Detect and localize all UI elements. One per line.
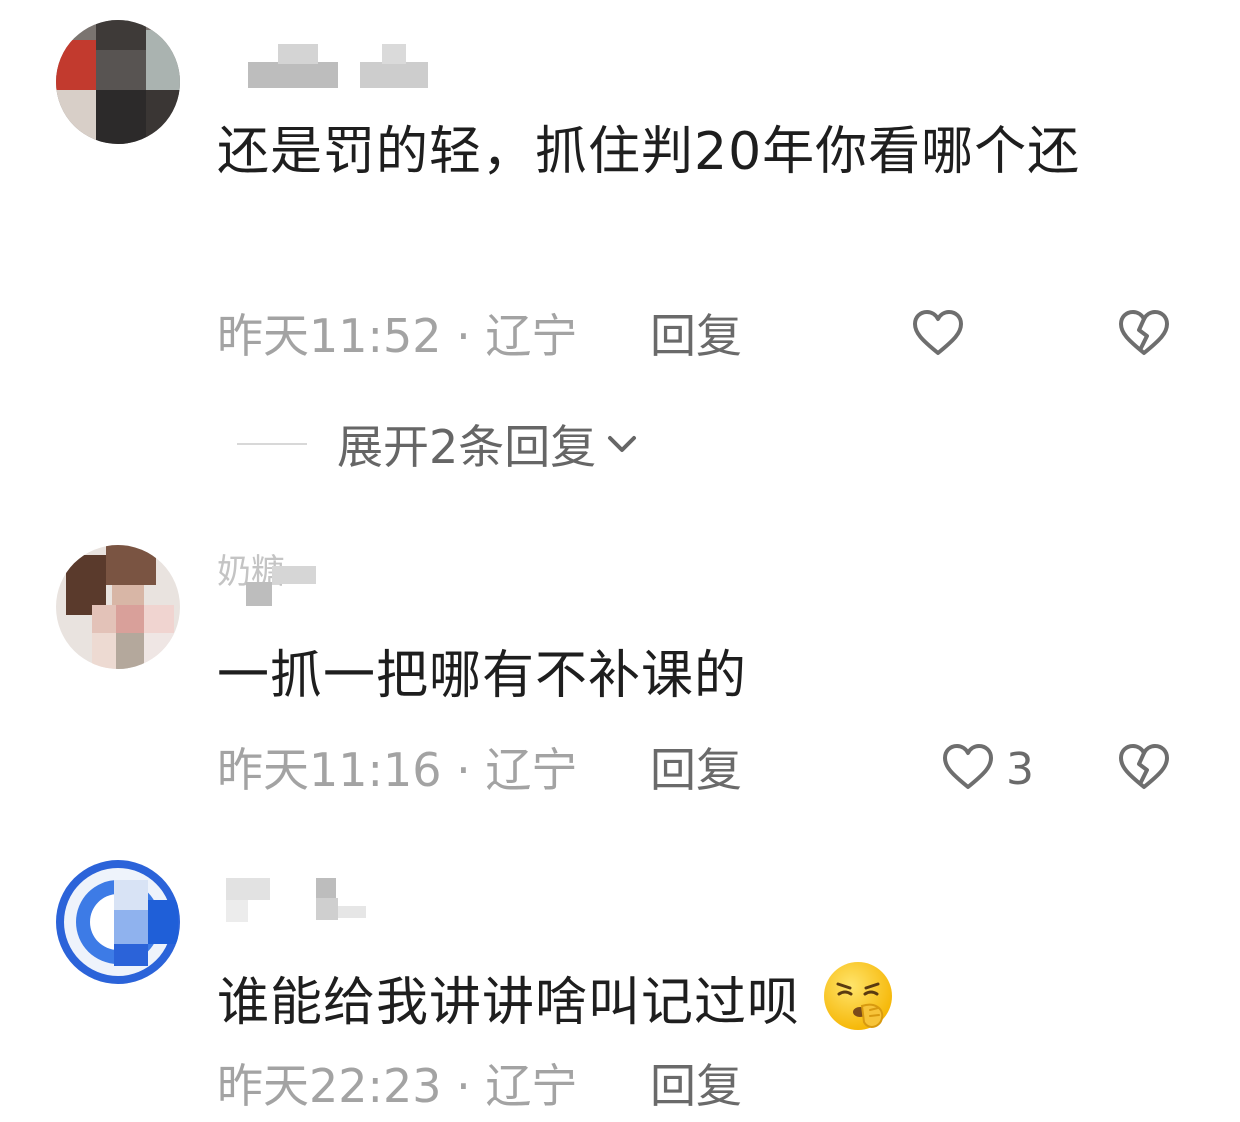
- username-mosaic: [272, 566, 316, 584]
- like-button[interactable]: [910, 306, 966, 366]
- shushing-face-emoji-icon: [823, 962, 892, 1030]
- comment-time-location: 昨天11:52 · 辽宁: [217, 309, 578, 363]
- broken-heart-icon: [1119, 310, 1169, 355]
- username-mosaic: [226, 878, 270, 900]
- comment-time-location: 昨天22:23 · 辽宁: [217, 1059, 578, 1113]
- username-mosaic: [248, 62, 338, 88]
- username-mosaic: [246, 582, 272, 606]
- like-count: 3: [1006, 744, 1034, 795]
- expand-replies-label: 展开2条回复: [337, 420, 597, 474]
- reply-button[interactable]: 回复: [650, 308, 742, 364]
- comment-text-content: 谁能给我讲讲啥叫记过呗: [217, 973, 801, 1033]
- dislike-button[interactable]: [1116, 740, 1172, 800]
- divider: [237, 443, 307, 445]
- heart-outline-icon: [913, 310, 963, 355]
- avatar[interactable]: [56, 545, 180, 669]
- username-mosaic: [316, 898, 338, 920]
- comment-text: 一抓一把哪有不补课的: [217, 646, 748, 706]
- dislike-button[interactable]: [1116, 306, 1172, 366]
- username-mosaic: [226, 900, 248, 922]
- comment-text: 谁能给我讲讲啥叫记过呗: [217, 958, 900, 1038]
- reply-button[interactable]: 回复: [650, 1058, 742, 1114]
- like-button[interactable]: [940, 740, 996, 800]
- username-mosaic: [338, 906, 366, 918]
- username-mosaic: [278, 44, 318, 64]
- expand-replies-button[interactable]: 展开2条回复: [237, 412, 642, 476]
- avatar[interactable]: [56, 860, 180, 984]
- reply-button[interactable]: 回复: [650, 742, 742, 798]
- heart-outline-icon: [943, 744, 993, 789]
- broken-heart-icon: [1119, 744, 1169, 789]
- avatar[interactable]: [56, 20, 180, 144]
- username-mosaic: [316, 878, 336, 898]
- username-mosaic: [360, 62, 428, 88]
- chevron-down-icon: [608, 436, 637, 452]
- comment-text: 还是罚的轻，抓住判20年你看哪个还: [217, 122, 1081, 182]
- comment-time-location: 昨天11:16 · 辽宁: [217, 743, 578, 797]
- username-mosaic: [382, 44, 406, 64]
